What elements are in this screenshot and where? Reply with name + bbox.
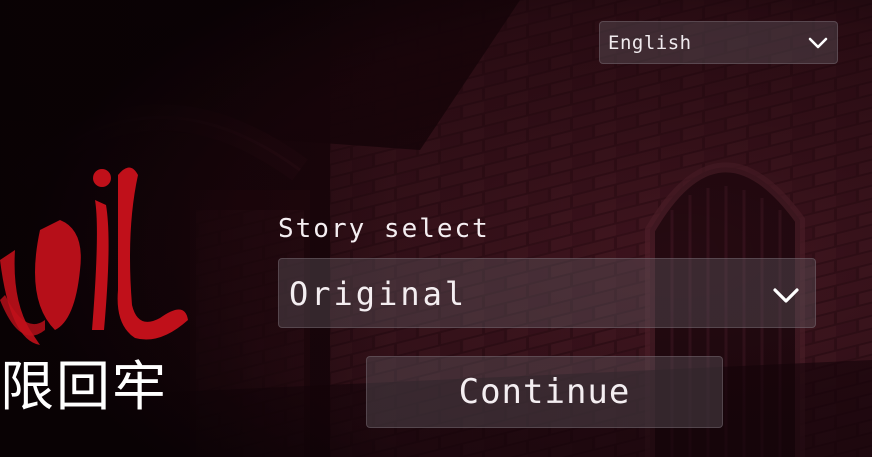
chevron-down-icon: [808, 37, 828, 49]
story-select-value: Original: [289, 275, 468, 313]
language-dropdown[interactable]: English: [599, 21, 838, 64]
logo-cjk-title: 限回牢: [0, 355, 168, 418]
story-select-dropdown[interactable]: Original: [278, 258, 816, 328]
chevron-down-icon: [773, 288, 799, 303]
continue-button[interactable]: Continue: [366, 356, 723, 428]
story-select-label: Story select: [278, 214, 490, 244]
title-screen: English Story select Original Continue 限…: [0, 0, 872, 457]
language-dropdown-value: English: [608, 32, 692, 54]
